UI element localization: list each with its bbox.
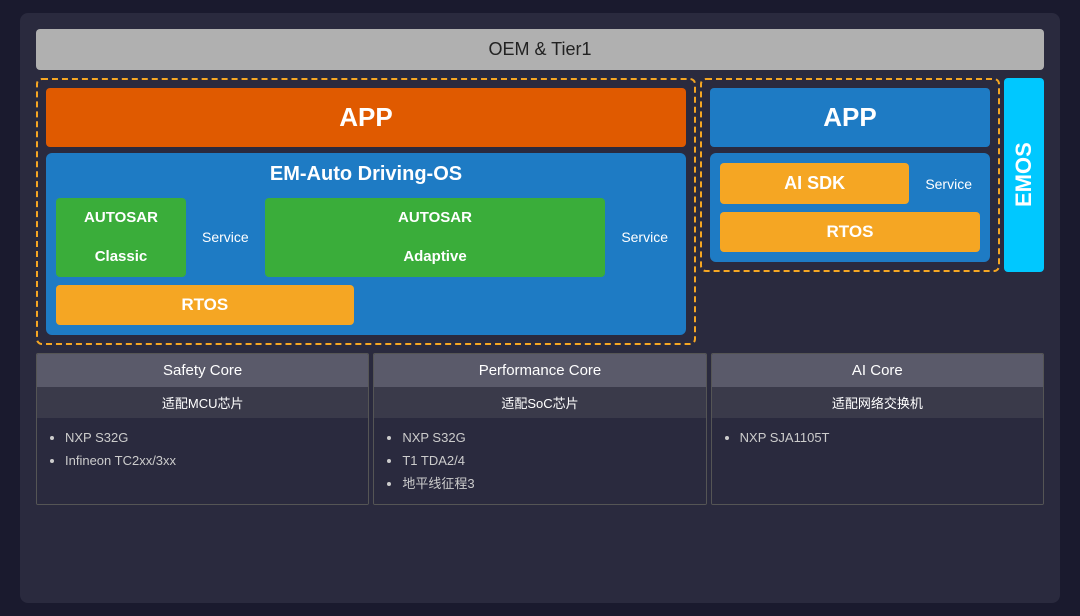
ai-core-label: AI Core [852,362,903,379]
app-right-label: APP [823,102,876,132]
autosar-classic-line1: AUTOSAR [84,208,158,228]
right-top: APP AI SDK Service [700,78,1044,272]
autosar-classic-line2: Classic [95,247,148,267]
oem-tier1-bar: OEM & Tier1 [36,29,1044,70]
chips-section: Safety Core 适配MCU芯片 NXP S32G Infineon TC… [36,353,1044,505]
performance-core-column: Performance Core 适配SoC芯片 NXP S32G T1 TDA… [373,353,706,505]
safety-chip-label: 适配MCU芯片 [162,396,244,411]
em-auto-section: EM-Auto Driving-OS AUTOSAR Classic Servi… [46,153,686,335]
diagram-container: OEM & Tier1 APP EM-Auto Driving-OS AUTOS… [20,13,1060,603]
performance-core-header: Performance Core [374,354,705,387]
autosar-adaptive-block: AUTOSAR Adaptive [265,198,606,277]
performance-chip-label: 适配SoC芯片 [501,396,578,411]
service-label-3: Service [917,163,980,204]
service-label-1: Service [194,198,257,277]
safety-core-label: Safety Core [163,362,242,379]
list-item: NXP S32G [65,426,354,449]
performance-chip-list: NXP S32G T1 TDA2/4 地平线征程3 [374,418,705,504]
performance-core-label: Performance Core [479,362,602,379]
app-left-label: APP [339,102,392,132]
ai-sdk-block: AI SDK [720,163,909,204]
ai-service-row: AI SDK Service [720,163,980,204]
rtos-left-label: RTOS [181,295,228,314]
ai-core-header: AI Core [712,354,1043,387]
emos-bar: EMOS [1004,78,1044,272]
ai-core-column: AI Core 适配网络交换机 NXP SJA1105T [711,353,1044,505]
safety-chip-subheader: 适配MCU芯片 [37,387,368,418]
em-auto-title: EM-Auto Driving-OS [56,163,676,186]
list-item: 地平线征程3 [402,472,691,495]
list-item: Infineon TC2xx/3xx [65,449,354,472]
rtos-right-label: RTOS [827,222,874,241]
service-row-left: AUTOSAR Classic Service AUTOSAR Adaptive… [56,198,676,277]
rtos-row-right: RTOS [720,212,980,252]
autosar-adaptive-line1: AUTOSAR [398,208,472,228]
rtos-bar-right: RTOS [720,212,980,252]
rtos-bar-left: RTOS [56,285,354,325]
right-dashed-area: APP AI SDK Service [700,78,1000,272]
autosar-adaptive-line2: Adaptive [403,247,466,267]
oem-tier1-label: OEM & Tier1 [488,39,591,59]
right-section: APP AI SDK Service [700,78,1044,345]
list-item: T1 TDA2/4 [402,449,691,472]
safety-core-header: Safety Core [37,354,368,387]
em-auto-right-section: AI SDK Service RTOS [710,153,990,262]
ai-chip-label: 适配网络交换机 [832,396,923,411]
emos-label: EMOS [1011,143,1037,208]
service-label-2: Service [613,198,676,277]
app-bar-left: APP [46,88,686,147]
ai-chip-subheader: 适配网络交换机 [712,387,1043,418]
ai-sdk-label: AI SDK [784,173,845,194]
rtos-row-left: RTOS [56,285,676,325]
safety-chip-list: NXP S32G Infineon TC2xx/3xx [37,418,368,504]
performance-chip-subheader: 适配SoC芯片 [374,387,705,418]
ai-chip-list: NXP SJA1105T [712,418,1043,504]
app-bar-right: APP [710,88,990,147]
main-content: APP EM-Auto Driving-OS AUTOSAR Classic S… [36,78,1044,345]
left-dashed-area: APP EM-Auto Driving-OS AUTOSAR Classic S… [36,78,696,345]
list-item: NXP SJA1105T [740,426,1029,449]
safety-core-column: Safety Core 适配MCU芯片 NXP S32G Infineon TC… [36,353,369,505]
autosar-classic-block: AUTOSAR Classic [56,198,186,277]
list-item: NXP S32G [402,426,691,449]
